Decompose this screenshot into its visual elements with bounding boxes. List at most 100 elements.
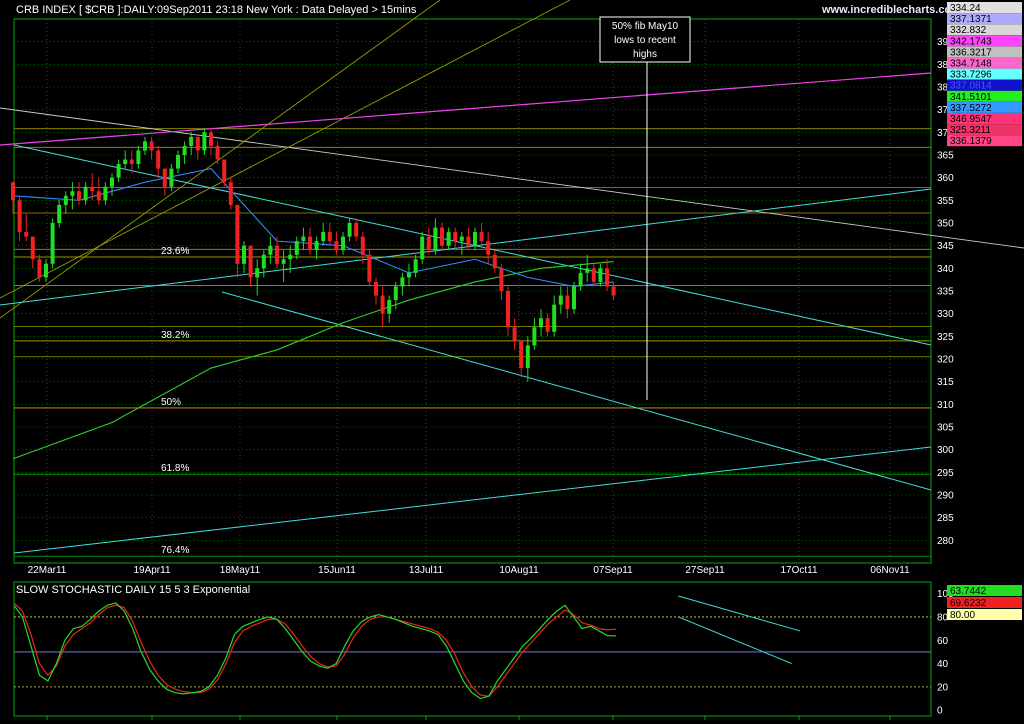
y-tick-label: 365 (937, 151, 954, 162)
candle-body (182, 145, 187, 155)
candle (228, 177, 233, 210)
candle-body (123, 159, 128, 165)
x-tick-label: 06Nov11 (870, 565, 910, 576)
candle-body (407, 272, 411, 278)
candle-body (308, 236, 312, 251)
candle-body (189, 136, 194, 146)
candle-body (176, 155, 180, 169)
candle-body (374, 281, 378, 296)
badge-label: 69.6232 (950, 598, 987, 609)
candle-body (209, 132, 213, 146)
chart-canvas: 22Mar11 19Apr11 18May11 15Jun11 13Jul11 10Aug… (0, 0, 1024, 724)
candle-body (83, 186, 88, 201)
price-value-badge: 337.1371 (947, 13, 1022, 25)
candle-body (110, 177, 114, 187)
price-value-badge: 325.3211 (947, 124, 1022, 136)
candle-body (57, 204, 62, 223)
candle-body (235, 204, 240, 264)
badge-label: 346.9547 (950, 114, 992, 125)
price-value-badge: 341.5101 (947, 90, 1022, 103)
stochastic-value-badge: 69.6232 (947, 597, 1022, 609)
annotation-line-2: lows to recent (614, 35, 676, 46)
candle-body (532, 327, 537, 346)
candle-body (479, 232, 484, 242)
stochastic-value-badge: 63.7442 (947, 585, 1022, 597)
fib-level-label: 61.8% (161, 463, 189, 474)
y-tick-label: 315 (937, 377, 954, 388)
candle-body (116, 164, 121, 178)
stochastic-title: SLOW STOCHASTIC DAILY 15 5 3 Exponential (16, 584, 250, 596)
chart-title: CRB INDEX [ $CRB ]:DAILY:09Sep2011 23:18… (16, 4, 417, 16)
candle-body (360, 236, 365, 255)
price-value-badge: 337.0814 (947, 79, 1022, 92)
y-tick-label: 325 (937, 332, 954, 343)
candle-body (63, 195, 68, 205)
candle-body (261, 254, 266, 269)
candle-body (545, 318, 550, 332)
annotation-line-3: highs (633, 49, 657, 60)
y-tick-label: 295 (937, 468, 954, 479)
candle-body (149, 141, 154, 151)
candle-body (453, 232, 458, 242)
badge-label: 337.5272 (950, 103, 992, 114)
y-tick-label: 340 (937, 264, 954, 275)
stochastic-value-badge: 80.00 (947, 609, 1022, 621)
stochastic-y-tick-label: 0 (937, 706, 943, 717)
candle-body (499, 268, 504, 291)
badge-label: 332.832 (950, 25, 987, 36)
candle-body (275, 245, 279, 264)
candle-body (37, 259, 42, 278)
badge-label: 336.3217 (950, 47, 992, 58)
candle-body (143, 141, 147, 151)
candle-body (162, 168, 167, 187)
x-tick-label: 22Mar11 (28, 565, 67, 576)
candle-body (314, 241, 319, 251)
candle-body (156, 150, 161, 169)
fib-level-label: 23.6% (161, 246, 189, 257)
price-value-badge: 336.3217 (947, 46, 1022, 58)
x-tick-label: 10Aug11 (499, 565, 539, 576)
candle-body (605, 268, 609, 287)
brand-link[interactable]: www.incrediblecharts.com (821, 4, 961, 16)
badge-label: 337.0814 (950, 81, 992, 92)
x-tick-label: 17Oct11 (780, 565, 817, 576)
badge-label: 80.00 (950, 610, 975, 621)
candle-body (519, 340, 524, 369)
candle-body (129, 159, 134, 165)
candle-body (578, 272, 583, 287)
candle-body (50, 223, 55, 264)
candle-body (294, 241, 299, 255)
candle-body (195, 136, 200, 151)
badge-label: 334.24 (950, 3, 981, 14)
candle-body (387, 300, 392, 314)
candle-body (228, 182, 233, 205)
y-tick-label: 320 (937, 355, 954, 366)
annotation-line-1: 50% fib May10 (612, 21, 679, 32)
price-value-badge: 337.5272 (947, 101, 1022, 114)
candle-body (354, 223, 359, 237)
candle-body (525, 345, 530, 369)
candle-body (90, 186, 95, 192)
candle-body (248, 245, 253, 278)
price-value-badge: 336.1379 (947, 135, 1022, 147)
y-tick-label: 285 (937, 513, 954, 524)
candle-body (367, 254, 372, 282)
candle-body (565, 295, 570, 310)
stochastic-y-tick-label: 60 (937, 636, 949, 647)
candle-body (446, 232, 451, 246)
price-value-badge: 334.24 (947, 2, 1022, 14)
badge-label: 341.5101 (950, 92, 992, 103)
candle-body (136, 150, 141, 165)
candle-body (301, 236, 306, 242)
badge-label: 334.7148 (950, 59, 992, 70)
background (0, 0, 1024, 724)
x-tick-label: 15Jun11 (318, 565, 356, 576)
candle-body (591, 268, 596, 282)
price-value-badge: 333.7296 (947, 68, 1022, 81)
candle-body (420, 236, 425, 260)
candle (572, 281, 576, 314)
fib-level-label: 38.2% (161, 330, 189, 341)
candle-body (321, 232, 326, 242)
price-value-badge: 346.9547 (947, 113, 1022, 125)
y-tick-label: 290 (937, 491, 954, 502)
